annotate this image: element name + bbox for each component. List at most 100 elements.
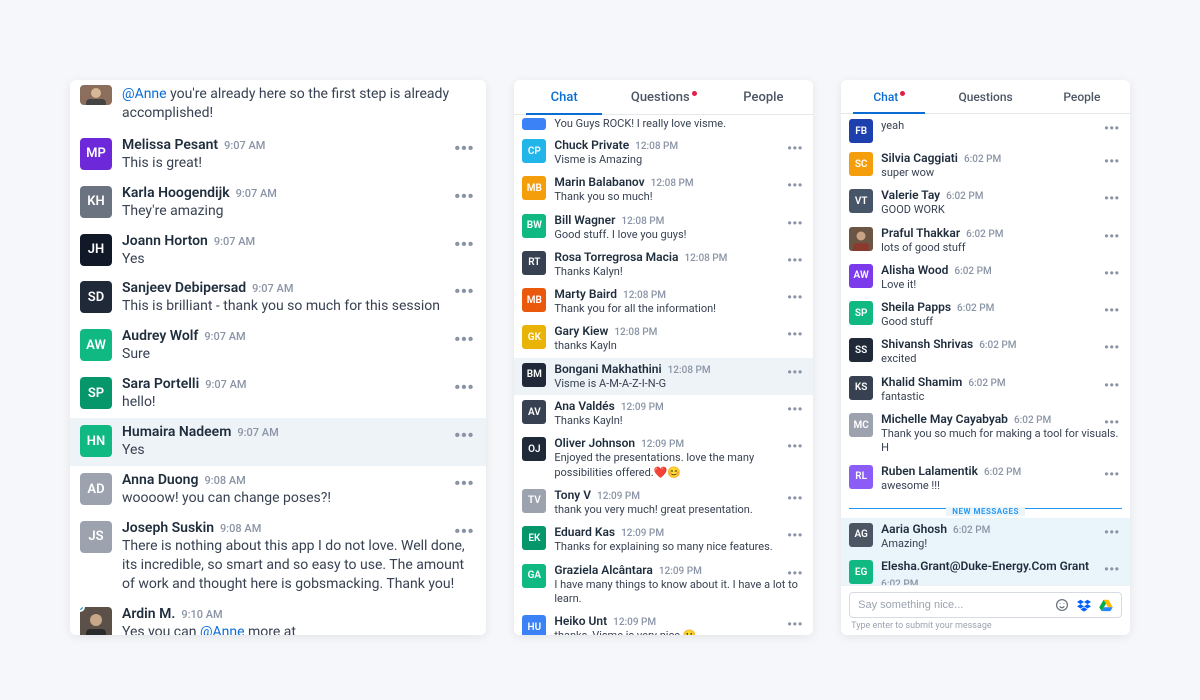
message-row: GAGraziela Alcântara12:09 PMI have many … <box>514 559 813 611</box>
more-options-icon[interactable]: ••• <box>1100 302 1124 318</box>
mention-link[interactable]: @Anne <box>200 624 245 635</box>
more-options-icon[interactable]: ••• <box>1100 265 1124 281</box>
avatar: RL <box>849 465 873 489</box>
more-options-icon[interactable]: ••• <box>451 282 479 302</box>
avatar: CP <box>522 139 546 163</box>
more-options-icon[interactable]: ••• <box>451 426 479 446</box>
more-options-icon[interactable]: ••• <box>784 364 808 380</box>
message-text: woooow! you can change poses?! <box>122 489 474 508</box>
message-time: 9:08 AM <box>220 522 261 535</box>
message-time: 12:08 PM <box>668 365 711 376</box>
message-text: This is great! <box>122 154 474 173</box>
message-author: Humaira Nadeem <box>122 424 231 440</box>
more-options-icon[interactable]: ••• <box>784 140 808 156</box>
more-options-icon[interactable]: ••• <box>1100 561 1124 577</box>
message-row: SDSanjeev Debipersad9:07 AMThis is brill… <box>70 274 486 322</box>
more-options-icon[interactable]: ••• <box>784 289 808 305</box>
more-options-icon[interactable]: ••• <box>451 330 479 350</box>
more-options-icon[interactable]: ••• <box>1100 190 1124 206</box>
more-options-icon[interactable]: ••• <box>784 326 808 342</box>
more-options-icon[interactable]: ••• <box>1100 414 1124 430</box>
more-options-icon[interactable]: ••• <box>1100 339 1124 355</box>
message-time: 9:07 AM <box>237 426 278 439</box>
message-input[interactable] <box>858 599 1047 611</box>
tab-chat[interactable]: Chat <box>841 80 937 113</box>
message-row: SSShivansh Shrivas6:02 PMexcited••• <box>841 333 1130 370</box>
message-author: Rosa Torregrosa Macia <box>554 250 678 264</box>
more-options-icon[interactable]: ••• <box>451 139 479 159</box>
chat-panel-right: Chat Questions People FByeah•••SCSilvia … <box>841 80 1130 635</box>
message-row: Ardin M.9:10 AM Yes you can @Anne more a… <box>70 600 486 635</box>
more-options-icon[interactable]: ••• <box>451 378 479 398</box>
message-time: 9:07 AM <box>204 330 245 343</box>
more-options-icon[interactable]: ••• <box>1100 120 1124 136</box>
tabs: Chat Questions People <box>514 80 813 115</box>
chat-panel-middle: Chat Questions People You Guys ROCK! I r… <box>514 80 813 635</box>
message-author: Ana Valdés <box>554 399 614 413</box>
tab-questions[interactable]: Questions <box>614 80 714 114</box>
more-options-icon[interactable]: ••• <box>784 252 808 268</box>
message-text: Thank you so much for making a tool for … <box>881 427 1120 456</box>
more-options-icon[interactable]: ••• <box>1100 466 1124 482</box>
avatar: EG <box>849 560 873 584</box>
more-options-icon[interactable]: ••• <box>784 215 808 231</box>
avatar: AW <box>80 329 112 361</box>
message-time: 12:08 PM <box>635 141 678 152</box>
message-text: Good stuff. I love you guys! <box>554 228 803 242</box>
more-options-icon[interactable]: ••• <box>784 565 808 581</box>
message-row: SPSara Portelli9:07 AMhello!••• <box>70 370 486 418</box>
notification-dot <box>692 91 697 96</box>
more-options-icon[interactable]: ••• <box>451 522 479 542</box>
more-options-icon[interactable]: ••• <box>784 401 808 417</box>
more-options-icon[interactable]: ••• <box>784 177 808 193</box>
message-author: Valerie Tay <box>881 188 940 202</box>
partial-message: @Anne you're already here so the first s… <box>70 80 486 131</box>
more-options-icon[interactable]: ••• <box>784 616 808 632</box>
tab-people[interactable]: People <box>1034 80 1130 113</box>
message-time: 6:02 PM <box>966 229 1003 240</box>
avatar: SP <box>849 301 873 325</box>
message-time: 6:02 PM <box>979 340 1016 351</box>
partial-message: You Guys ROCK! I really love visme. <box>514 115 813 134</box>
dropbox-icon[interactable] <box>1077 598 1091 612</box>
avatar: AW <box>849 264 873 288</box>
message-row: EKEduard Kas12:09 PMThanks for explainin… <box>514 521 813 558</box>
more-options-icon[interactable]: ••• <box>451 235 479 255</box>
more-options-icon[interactable]: ••• <box>1100 228 1124 244</box>
more-options-icon[interactable]: ••• <box>1100 153 1124 169</box>
avatar: SD <box>80 281 112 313</box>
avatar: MB <box>522 288 546 312</box>
avatar <box>849 227 873 251</box>
more-options-icon[interactable]: ••• <box>784 438 808 454</box>
tab-chat[interactable]: Chat <box>514 80 614 114</box>
avatar: BM <box>522 363 546 387</box>
mention-link[interactable]: @Anne <box>122 86 167 102</box>
tab-people[interactable]: People <box>714 80 814 114</box>
avatar: MC <box>849 413 873 437</box>
message-row: CPChuck Private12:08 PMVisme is Amazing•… <box>514 134 813 171</box>
message-text: @Anne you're already here so the first s… <box>122 85 474 123</box>
emoji-icon[interactable] <box>1055 598 1069 612</box>
avatar <box>80 607 112 635</box>
message-time: 9:07 AM <box>214 235 255 248</box>
avatar: JH <box>80 234 112 266</box>
tab-questions[interactable]: Questions <box>937 80 1033 113</box>
message-author: Anna Duong <box>122 472 198 488</box>
composer-area: Type enter to submit your message <box>841 585 1130 635</box>
more-options-icon[interactable]: ••• <box>1100 524 1124 540</box>
more-options-icon[interactable]: ••• <box>451 187 479 207</box>
more-options-icon[interactable]: ••• <box>784 527 808 543</box>
message-row: RTRosa Torregrosa Macia12:08 PMThanks Ka… <box>514 246 813 283</box>
google-drive-icon[interactable] <box>1099 598 1113 612</box>
message-author: Joseph Suskin <box>122 520 214 536</box>
message-row: TVTony V12:09 PMthank you very much! gre… <box>514 484 813 521</box>
message-row: AGAaria Ghosh6:02 PMAmazing!••• <box>841 518 1130 555</box>
message-time: 6:02 PM <box>964 154 1001 165</box>
more-options-icon[interactable]: ••• <box>784 490 808 506</box>
more-options-icon[interactable]: ••• <box>451 474 479 494</box>
message-time: 9:07 AM <box>236 187 277 200</box>
message-row: KSKhalid Shamim6:02 PMfantastic••• <box>841 371 1130 408</box>
more-options-icon[interactable]: ••• <box>1100 377 1124 393</box>
new-messages-divider: NEW MESSAGES <box>841 499 1130 518</box>
message-time: 12:09 PM <box>597 491 640 502</box>
